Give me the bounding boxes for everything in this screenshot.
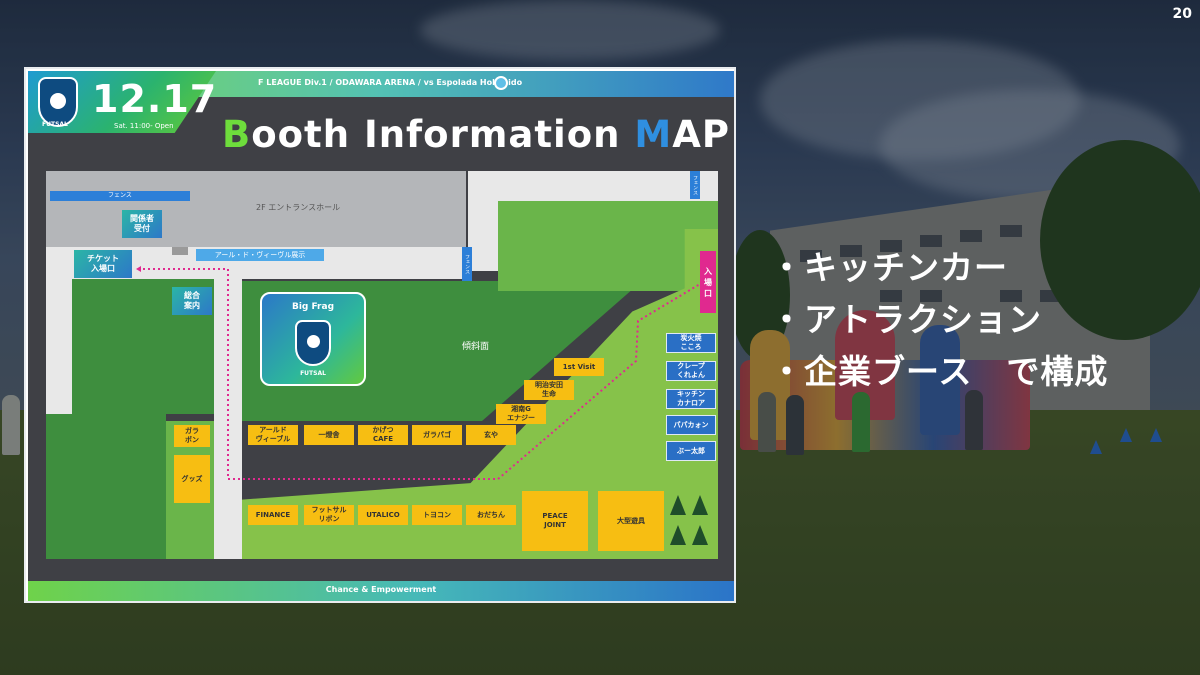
booth-map: FUTSAL 12.17 Sat. 11:00- Open F LEAGUE D…: [28, 71, 734, 601]
booth: トヨコン: [412, 505, 462, 525]
booth: UTALICO: [358, 505, 408, 525]
booth: ガラ ポン: [174, 425, 210, 447]
footer-slogan: Chance & Empowerment: [325, 585, 437, 594]
booth: おだちん: [466, 505, 516, 525]
booth-map-card: FUTSAL 12.17 Sat. 11:00- Open F LEAGUE D…: [24, 67, 736, 603]
booth: PEACE JOINT: [522, 491, 588, 551]
bullet-item: ・アトラクション: [770, 300, 1042, 339]
booth: 明治安田 生命: [524, 380, 574, 400]
food-truck: クレープ くれよん: [666, 361, 716, 381]
booth: 湘南G エナジー: [496, 404, 546, 424]
tree-icon: [670, 525, 686, 545]
bullet-list: ・キッチンカー ・アトラクション ・企業ブース で構成: [770, 242, 1108, 398]
food-truck: 炭火焼 こころ: [666, 333, 716, 353]
tree-icon: [692, 525, 708, 545]
tree-icon: [670, 495, 686, 515]
booth: FINANCE: [248, 505, 298, 525]
page-number: 20: [1172, 6, 1192, 22]
booth: かげつ CAFE: [358, 425, 408, 445]
booth: アールド ヴィーブル: [248, 425, 298, 445]
bullet-item: ・キッチンカー: [770, 248, 1008, 287]
booth: ガラパゴ: [412, 425, 462, 445]
tree-icon: [692, 495, 708, 515]
food-truck: キッチン カナロア: [666, 389, 716, 409]
booth: 玄や: [466, 425, 516, 445]
booth: フットサル リボン: [304, 505, 354, 525]
bullet-item: ・企業ブース で構成: [770, 352, 1109, 391]
booth: 一燈舎: [304, 425, 354, 445]
food-truck: ぶー太郎: [666, 441, 716, 461]
food-truck: パパカォン: [666, 415, 716, 435]
booth: グッズ: [174, 455, 210, 503]
booth: 大型遊具: [598, 491, 664, 551]
booth: 1st Visit: [554, 358, 604, 376]
